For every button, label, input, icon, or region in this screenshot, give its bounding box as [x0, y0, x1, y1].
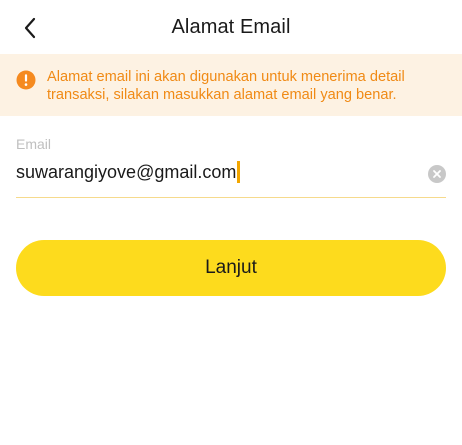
back-button[interactable] [16, 14, 44, 42]
email-field-label: Email [16, 136, 52, 152]
email-input[interactable]: suwarangiyove@gmail.com [16, 160, 416, 184]
continue-button[interactable]: Lanjut [16, 240, 446, 296]
text-caret [237, 161, 240, 183]
clear-circle-icon[interactable] [428, 165, 446, 183]
warning-circle-icon [16, 70, 36, 90]
notice-banner: Alamat email ini akan digunakan untuk me… [0, 54, 462, 116]
header: Alamat Email [0, 0, 462, 54]
chevron-left-icon [24, 17, 36, 39]
email-address-page: Alamat Email Alamat email ini akan digun… [0, 0, 462, 445]
email-field: Email suwarangiyove@gmail.com [16, 136, 446, 198]
page-title: Alamat Email [171, 15, 291, 38]
email-input-value: suwarangiyove@gmail.com [16, 161, 237, 182]
email-field-underline [16, 197, 446, 198]
notice-text: Alamat email ini akan digunakan untuk me… [47, 69, 405, 103]
